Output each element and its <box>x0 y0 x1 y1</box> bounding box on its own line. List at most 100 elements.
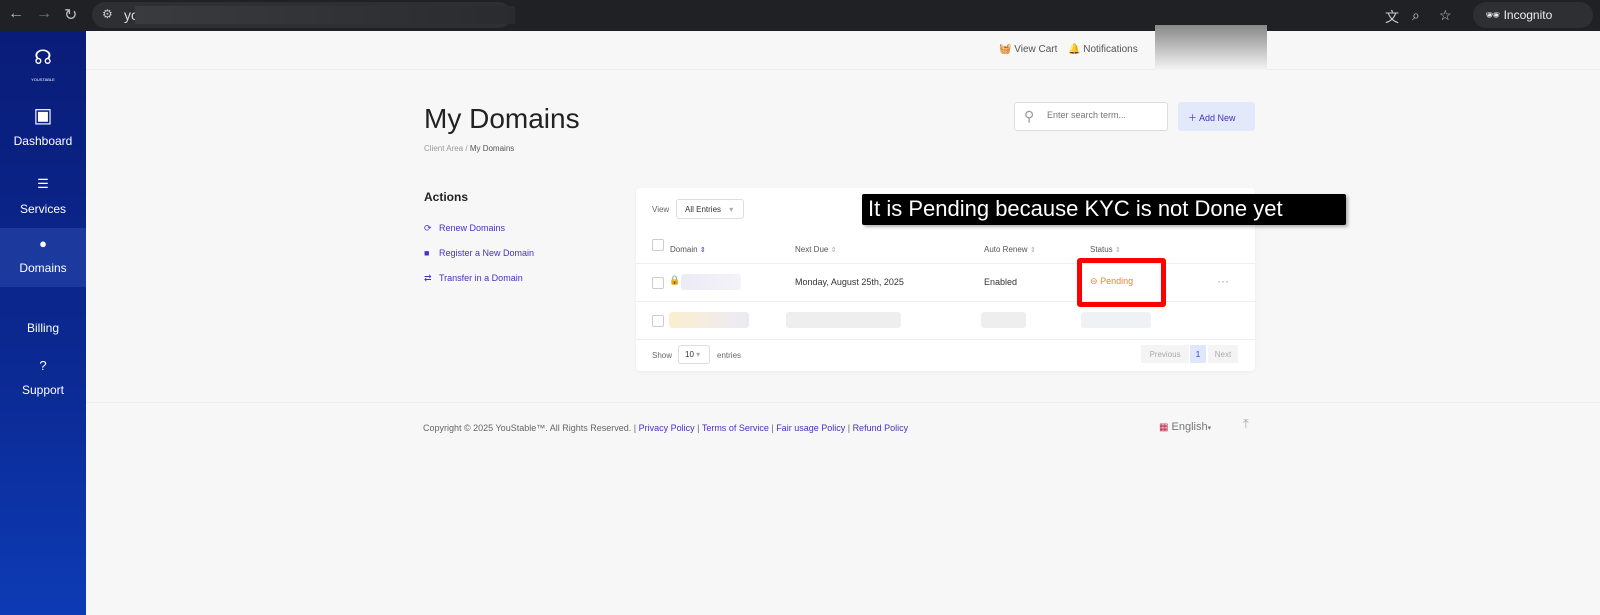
breadcrumb-client-area[interactable]: Client Area <box>424 144 463 153</box>
next-page-button[interactable]: Next <box>1208 345 1238 363</box>
incognito-badge[interactable]: 🕶 Incognito <box>1473 2 1593 28</box>
column-header-next-due[interactable]: Next Due ⇕ <box>795 245 836 254</box>
sidebar-item-label: Services <box>19 202 66 216</box>
actions-heading: Actions <box>424 190 469 204</box>
fair-usage-link[interactable]: Fair usage Policy <box>776 423 845 433</box>
redacted-account <box>1155 25 1267 70</box>
sidebar-item-support[interactable]: ? Support <box>0 358 86 397</box>
sort-icon: ⇕ <box>699 247 706 254</box>
brand-name: YOUSTABLE <box>31 77 55 82</box>
language-selector[interactable]: ▦ English▾ <box>1159 421 1211 433</box>
sort-icon: ⇕ <box>830 247 837 254</box>
redacted-status <box>1081 312 1151 328</box>
view-filter-select[interactable]: All Entries ▾ <box>676 199 744 219</box>
bell-icon: 🔔 <box>1068 44 1081 55</box>
previous-page-button[interactable]: Previous <box>1141 345 1189 363</box>
zoom-icon[interactable]: ⌕ <box>1412 7 1420 24</box>
notifications-link[interactable]: 🔔 Notifications <box>1068 44 1138 55</box>
page-1-button[interactable]: 1 <box>1190 345 1206 363</box>
lock-icon: 🔒 <box>669 275 681 285</box>
renew-domains-link[interactable]: ⟳ Renew Domains <box>424 223 505 234</box>
search-input[interactable] <box>1047 110 1157 120</box>
back-icon[interactable]: ← <box>8 5 24 23</box>
brand-logo[interactable]: ☊ YOUSTABLE <box>0 45 86 84</box>
copyright-text: Copyright © 2025 YouStable™. All Rights … <box>423 423 637 433</box>
browser-toolbar: ← → ↻ ⚙ yo 文 ⌕ ☆ 🕶 Incognito <box>0 0 1600 31</box>
page-size-select[interactable]: 10 ▾ <box>678 345 710 364</box>
redacted-domain <box>681 274 741 290</box>
server-icon: ☰ <box>37 176 49 191</box>
refund-policy-link[interactable]: Refund Policy <box>853 423 909 433</box>
chevron-down-icon: ▾ <box>1207 425 1212 432</box>
redacted-domain <box>669 312 749 328</box>
notifications-label: Notifications <box>1083 44 1138 55</box>
cart-icon: 🧺 <box>999 44 1012 55</box>
back-to-top-icon[interactable]: ⤒ <box>1243 416 1249 432</box>
row-checkbox[interactable] <box>652 315 664 327</box>
tag-icon: ■ <box>424 248 430 258</box>
view-label: View <box>652 205 670 214</box>
column-header-domain[interactable]: Domain ⇕ <box>670 245 706 254</box>
top-header <box>86 31 1600 70</box>
sidebar-item-billing[interactable]: Billing <box>0 321 86 335</box>
column-header-status[interactable]: Status ⇕ <box>1090 245 1121 254</box>
search-box[interactable]: ⚲ <box>1014 102 1168 131</box>
show-label: Show <box>652 351 673 360</box>
breadcrumb: Client Area / My Domains <box>424 144 515 153</box>
forward-icon[interactable]: → <box>36 5 52 23</box>
transfer-icon: ⇄ <box>424 273 432 283</box>
row-checkbox[interactable] <box>652 277 664 289</box>
view-cart-label: View Cart <box>1014 44 1058 55</box>
sidebar-item-label: Support <box>21 383 65 397</box>
sidebar-item-domains[interactable]: ● Domains <box>0 236 86 275</box>
sort-icon: ⇕ <box>1114 247 1121 254</box>
sidebar-item-dashboard[interactable]: ▣ Dashboard <box>0 103 86 148</box>
column-label: Domain <box>670 245 698 254</box>
chevron-down-icon: ▾ <box>729 205 734 214</box>
sort-icon: ⇕ <box>1029 247 1036 254</box>
language-label: English <box>1171 421 1208 433</box>
redacted-auto-renew <box>981 312 1026 328</box>
next-due-cell: Monday, August 25th, 2025 <box>795 277 904 287</box>
redacted-next-due <box>786 312 901 328</box>
add-new-button[interactable]: ＋ Add New <box>1178 102 1255 131</box>
breadcrumb-current: My Domains <box>469 144 515 153</box>
view-filter-value: All Entries <box>685 205 722 214</box>
dashboard-icon: ▣ <box>33 105 53 127</box>
link-label: Register a New Domain <box>439 248 535 258</box>
globe-icon: ● <box>39 236 47 251</box>
site-settings-icon[interactable]: ⚙ <box>102 7 113 21</box>
view-cart-link[interactable]: 🧺 View Cart <box>999 44 1057 55</box>
terms-link[interactable]: Terms of Service <box>702 423 769 433</box>
page-size-value: 10 <box>685 350 694 359</box>
footer: Copyright © 2025 YouStable™. All Rights … <box>423 423 909 433</box>
select-all-checkbox[interactable] <box>652 239 664 251</box>
star-icon[interactable]: ☆ <box>1439 7 1452 24</box>
sidebar-item-label: Billing <box>26 321 59 335</box>
auto-renew-cell: Enabled <box>984 277 1018 287</box>
column-label: Status <box>1090 245 1113 254</box>
translate-icon[interactable]: 文 <box>1385 7 1399 27</box>
transfer-domain-link[interactable]: ⇄ Transfer in a Domain <box>424 273 523 284</box>
link-label: Transfer in a Domain <box>439 273 523 283</box>
column-label: Next Due <box>795 245 829 254</box>
highlight-box <box>1077 258 1166 307</box>
column-header-auto-renew[interactable]: Auto Renew ⇕ <box>984 245 1036 254</box>
privacy-policy-link[interactable]: Privacy Policy <box>639 423 695 433</box>
logo-icon: ☊ <box>34 47 52 69</box>
search-icon: ⚲ <box>1024 108 1035 124</box>
page-title: My Domains <box>424 103 580 134</box>
sidebar-item-label: Dashboard <box>13 134 73 148</box>
chevron-down-icon: ▾ <box>696 350 701 359</box>
register-domain-link[interactable]: ■ Register a New Domain <box>424 248 534 258</box>
sidebar-item-label: Domains <box>19 261 67 275</box>
uk-flag-icon: ▦ <box>1159 422 1169 433</box>
add-new-label: Add New <box>1199 113 1236 123</box>
annotation-callout: It is Pending because KYC is not Done ye… <box>862 194 1346 225</box>
entries-label: entries <box>717 351 742 360</box>
sidebar-item-services[interactable]: ☰ Services <box>0 176 86 216</box>
link-label: Renew Domains <box>439 223 506 233</box>
reload-icon[interactable]: ↻ <box>64 5 77 25</box>
more-options-icon[interactable]: ··· <box>1217 274 1229 288</box>
renew-icon: ⟳ <box>424 223 432 233</box>
